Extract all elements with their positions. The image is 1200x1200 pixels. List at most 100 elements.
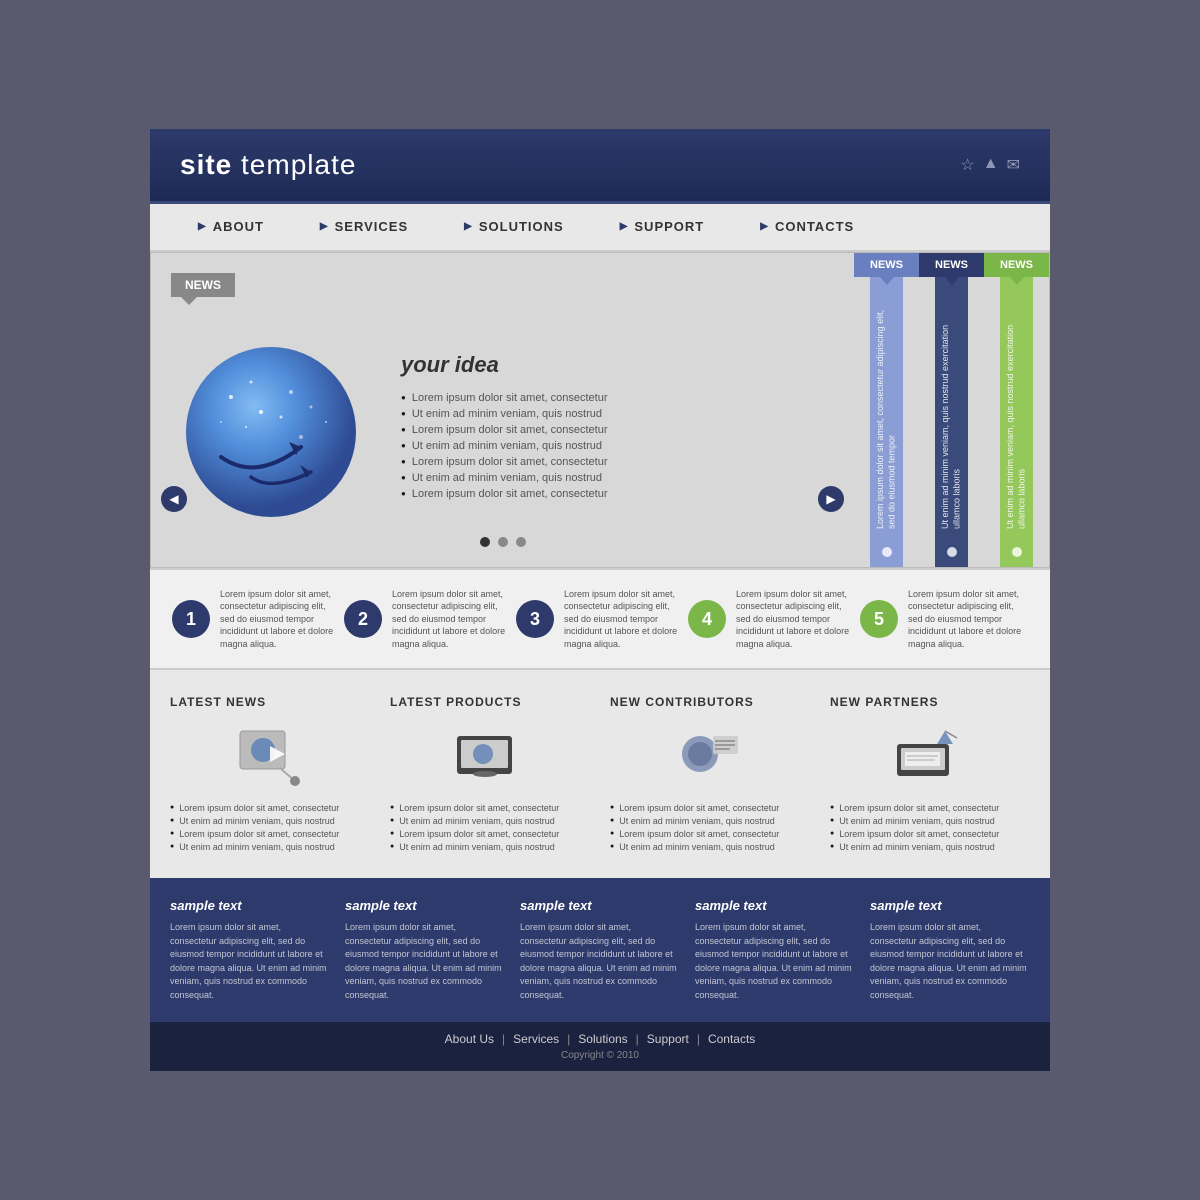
nav-arrow: ▶ [320, 221, 329, 232]
star-icon[interactable]: ☆ [960, 155, 974, 175]
hero-dots [480, 537, 526, 547]
feature-new-contributors: NEW CONTRIBUTORS Lorem ipsum dolor sit a… [610, 695, 810, 853]
hero-dot-3[interactable] [516, 537, 526, 547]
footer-link-services[interactable]: Services [513, 1032, 559, 1046]
nav-arrow: ▶ [198, 221, 207, 232]
hero-prev-button[interactable]: ◀ [161, 486, 187, 512]
footer-links: About Us | Services | Solutions | Suppor… [445, 1032, 756, 1046]
hero-bullet-2: Ut enim ad minim veniam, quis nostrud [401, 406, 607, 422]
footer-col-title-4: sample text [695, 898, 855, 913]
nav-item-services[interactable]: ▶ SERVICES [292, 219, 436, 234]
news-panel-text-blue: Lorem ipsum dolor sit amet, consectetur … [875, 295, 898, 529]
feature-bullets-products: Lorem ipsum dolor sit amet, consectetur … [390, 801, 590, 853]
nav-label-about: ABOUT [213, 219, 264, 234]
footer-col-body-5: Lorem ipsum dolor sit amet, consectetur … [870, 921, 1030, 1002]
feature-new-partners: NEW PARTNERS Lorem ipsum dolor sit amet,… [830, 695, 1030, 853]
footer-col-body-2: Lorem ipsum dolor sit amet, consectetur … [345, 921, 505, 1002]
hero-bullet-5: Lorem ipsum dolor sit amet, consectetur [401, 454, 607, 470]
feature-bullet: Ut enim ad minim veniam, quis nostrud [170, 840, 370, 853]
news-panel-text-green: Ut enim ad minim veniam, quis nostrud ex… [1005, 295, 1028, 529]
news-panel-dot-green[interactable] [1012, 547, 1022, 557]
footer-link-about[interactable]: About Us [445, 1032, 494, 1046]
hero-bullets: Lorem ipsum dolor sit amet, consectetur … [401, 390, 607, 502]
footer-col-2: sample text Lorem ipsum dolor sit amet, … [345, 898, 505, 1002]
nav-item-contacts[interactable]: ▶ CONTACTS [732, 219, 882, 234]
footer-col-title-3: sample text [520, 898, 680, 913]
feature-bullet: Lorem ipsum dolor sit amet, consectetur [390, 827, 590, 840]
mail-icon[interactable]: ✉ [1007, 155, 1020, 175]
footer-sep-3: | [636, 1032, 639, 1046]
footer-sep-4: | [697, 1032, 700, 1046]
step-3: 3 Lorem ipsum dolor sit amet, consectetu… [516, 588, 684, 651]
step-number-5: 5 [860, 600, 898, 638]
feature-bullet: Lorem ipsum dolor sit amet, consectetur [390, 801, 590, 814]
feature-latest-news: LATEST NEWS Lorem ipsum dolor sit amet, … [170, 695, 370, 853]
title-light: template [232, 149, 356, 180]
hero-next-button[interactable]: ▶ [818, 486, 844, 512]
feature-bullet: Ut enim ad minim veniam, quis nostrud [170, 814, 370, 827]
footer-col-4: sample text Lorem ipsum dolor sit amet, … [695, 898, 855, 1002]
page-wrapper: site template ☆ ▲ ✉ ▶ ABOUT ▶ SERVICES ▶… [150, 129, 1050, 1072]
footer-col-body-3: Lorem ipsum dolor sit amet, consectetur … [520, 921, 680, 1002]
hero-bullet-7: Lorem ipsum dolor sit amet, consectetur [401, 486, 607, 502]
nav-arrow: ▶ [464, 221, 473, 232]
site-title: site template [180, 149, 356, 181]
feature-icon-partners [830, 721, 1030, 791]
step-4: 4 Lorem ipsum dolor sit amet, consectetu… [688, 588, 856, 651]
feature-title-partners: NEW PARTNERS [830, 695, 1030, 709]
news-panel-body-dark: Ut enim ad minim veniam, quis nostrud ex… [935, 277, 968, 567]
hero-dot-2[interactable] [498, 537, 508, 547]
news-panel-text-dark: Ut enim ad minim veniam, quis nostrud ex… [940, 295, 963, 529]
feature-bullet: Ut enim ad minim veniam, quis nostrud [830, 814, 1030, 827]
title-bold: site [180, 149, 232, 180]
features-section: LATEST NEWS Lorem ipsum dolor sit amet, … [150, 670, 1050, 878]
news-panel-dot-blue[interactable] [882, 547, 892, 557]
news-panel-tab-dark[interactable]: NEWS [919, 253, 984, 277]
footer-bottom: About Us | Services | Solutions | Suppor… [150, 1022, 1050, 1071]
nav-arrow: ▶ [760, 221, 769, 232]
feature-title-products: LATEST PRODUCTS [390, 695, 590, 709]
hero-bullet-4: Ut enim ad minim veniam, quis nostrud [401, 438, 607, 454]
nav-bar: ▶ ABOUT ▶ SERVICES ▶ SOLUTIONS ▶ SUPPORT… [150, 204, 1050, 252]
hero-dot-1[interactable] [480, 537, 490, 547]
step-text-4: Lorem ipsum dolor sit amet, consectetur … [736, 588, 856, 651]
news-panels: NEWS Lorem ipsum dolor sit amet, consect… [854, 253, 1049, 567]
footer-col-body-1: Lorem ipsum dolor sit amet, consectetur … [170, 921, 330, 1002]
news-panel-dot-dark[interactable] [947, 547, 957, 557]
feature-bullets-partners: Lorem ipsum dolor sit amet, consectetur … [830, 801, 1030, 853]
step-text-1: Lorem ipsum dolor sit amet, consectetur … [220, 588, 340, 651]
feature-bullet: Lorem ipsum dolor sit amet, consectetur [830, 827, 1030, 840]
nav-item-support[interactable]: ▶ SUPPORT [592, 219, 733, 234]
footer-link-contacts[interactable]: Contacts [708, 1032, 755, 1046]
news-panel-body-blue: Lorem ipsum dolor sit amet, consectetur … [870, 277, 903, 567]
nav-item-about[interactable]: ▶ ABOUT [170, 219, 292, 234]
feature-bullet: Lorem ipsum dolor sit amet, consectetur [610, 801, 810, 814]
feature-title-contributors: NEW CONTRIBUTORS [610, 695, 810, 709]
feature-bullet: Lorem ipsum dolor sit amet, consectetur [610, 827, 810, 840]
step-number-1: 1 [172, 600, 210, 638]
nav-item-solutions[interactable]: ▶ SOLUTIONS [436, 219, 592, 234]
footer-copyright: Copyright © 2010 [561, 1050, 639, 1061]
nav-label-support: SUPPORT [634, 219, 704, 234]
footer-sep-2: | [567, 1032, 570, 1046]
step-text-3: Lorem ipsum dolor sit amet, consectetur … [564, 588, 684, 651]
steps-section: 1 Lorem ipsum dolor sit amet, consectetu… [150, 568, 1050, 671]
footer-col-title-2: sample text [345, 898, 505, 913]
feature-bullets-news: Lorem ipsum dolor sit amet, consectetur … [170, 801, 370, 853]
hero-news-tab: NEWS [171, 273, 235, 297]
hero-main: NEWS [151, 253, 854, 567]
header: site template ☆ ▲ ✉ [150, 129, 1050, 204]
hero-title: your idea [401, 352, 607, 378]
news-panel-tab-blue[interactable]: NEWS [854, 253, 919, 277]
feature-icon-contributors [610, 721, 810, 791]
news-panel-body-green: Ut enim ad minim veniam, quis nostrud ex… [1000, 277, 1033, 567]
step-number-3: 3 [516, 600, 554, 638]
news-panel-tab-green[interactable]: NEWS [984, 253, 1049, 277]
home-icon[interactable]: ▲ [983, 155, 999, 175]
footer-link-support[interactable]: Support [647, 1032, 689, 1046]
feature-bullet: Ut enim ad minim veniam, quis nostrud [390, 840, 590, 853]
step-5: 5 Lorem ipsum dolor sit amet, consectetu… [860, 588, 1028, 651]
contributors-icon-svg [675, 726, 745, 786]
footer-link-solutions[interactable]: Solutions [578, 1032, 627, 1046]
news-panel-green: NEWS Ut enim ad minim veniam, quis nostr… [984, 253, 1049, 567]
